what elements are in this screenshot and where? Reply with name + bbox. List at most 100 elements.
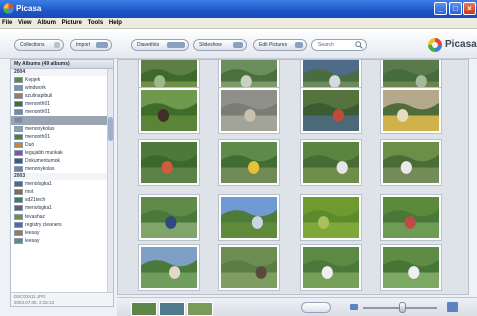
album-label: menonth01 <box>25 109 51 116</box>
year-header: 2003 <box>11 173 113 181</box>
album-thumbnail <box>14 157 23 164</box>
photo-thumbnail[interactable] <box>139 195 199 240</box>
album-thumbnail <box>14 197 23 204</box>
photo-thumbnail[interactable] <box>139 140 199 185</box>
search-icon <box>355 41 363 49</box>
menu-tools[interactable]: Tools <box>86 18 106 26</box>
album-item[interactable]: menolsgka1 <box>11 180 113 188</box>
photo-image <box>221 197 277 238</box>
pencil-icon <box>295 42 303 48</box>
album-thumbnail <box>14 117 23 124</box>
album-item[interactable]: menonth01 <box>11 100 113 108</box>
album-label: mot <box>25 189 34 196</box>
album-item[interactable]: szulinapibuli <box>11 92 113 100</box>
album-item[interactable]: leesay <box>11 229 113 237</box>
photo-image <box>221 90 277 131</box>
menu-album[interactable]: Album <box>35 18 58 26</box>
album-item[interactable]: sd21tech <box>11 196 113 204</box>
toolbar-button-2-label: Slideshow <box>199 42 222 48</box>
album-item[interactable]: menonykolas <box>11 125 113 133</box>
album-label: szulinapibuli <box>25 93 53 100</box>
menu-picture[interactable]: Picture <box>60 18 84 26</box>
maximize-button[interactable]: □ <box>449 2 462 15</box>
photo-image <box>383 247 439 288</box>
sidebar-scrollbar[interactable] <box>107 69 113 294</box>
album-item[interactable]: Kepjek <box>11 76 113 84</box>
tray-button[interactable] <box>301 302 331 313</box>
album-label: legujabb munkak <box>25 149 63 156</box>
photo-image <box>303 142 359 183</box>
photo-thumbnail[interactable] <box>219 88 279 133</box>
album-item[interactable]: menonth01 <box>11 133 113 141</box>
album-item[interactable]: registry cleaners <box>11 221 113 229</box>
album-thumbnail <box>14 125 23 132</box>
picasa-logo-text: Picasa <box>445 39 477 50</box>
photo-thumbnail[interactable] <box>219 195 279 240</box>
photo-thumbnail[interactable] <box>381 140 441 185</box>
photo-thumbnail[interactable] <box>301 140 361 185</box>
year-header: 2004 <box>11 69 113 76</box>
photo-thumbnail[interactable] <box>139 245 199 290</box>
album-label: tevashaz <box>25 213 46 220</box>
photo-thumbnail[interactable] <box>139 88 199 133</box>
zoom-slider-handle[interactable] <box>399 302 406 313</box>
tray-thumbnail[interactable] <box>131 302 157 316</box>
slideshow-button[interactable]: Diavetítés <box>131 39 189 51</box>
photo-image <box>141 247 197 288</box>
album-item[interactable]: windwork <box>11 84 113 92</box>
tray-thumbnail[interactable] <box>187 302 213 316</box>
import-button[interactable]: Import <box>70 39 112 51</box>
picasa-logo-icon <box>428 38 442 52</box>
album-item[interactable]: Duó <box>11 141 113 149</box>
photo-thumbnail[interactable] <box>381 88 441 133</box>
album-item[interactable]: leesay <box>11 237 113 245</box>
album-thumbnail <box>14 85 23 92</box>
tray-thumbnail[interactable] <box>159 302 185 316</box>
photo-thumbnail[interactable] <box>381 195 441 240</box>
album-thumbnail <box>14 93 23 100</box>
album-thumbnail <box>14 133 23 140</box>
album-label: leesay <box>25 229 40 236</box>
minimize-button[interactable]: _ <box>434 2 447 15</box>
edit-pictures-button[interactable]: Edit Pictures <box>253 39 307 51</box>
close-button[interactable]: × <box>463 2 476 15</box>
menu-view[interactable]: View <box>16 18 34 26</box>
slideshow-icon <box>167 42 185 48</box>
album-thumbnail <box>14 109 23 116</box>
scrollbar-thumb[interactable] <box>108 117 113 141</box>
album-label: menonykolas <box>25 166 55 173</box>
photo-thumbnail[interactable] <box>301 88 361 133</box>
album-item[interactable]: menolsgka1 <box>11 204 113 212</box>
album-label: registry cleaners <box>25 221 62 228</box>
photo-thumbnail[interactable] <box>219 245 279 290</box>
album-label: Kepjek <box>25 77 41 83</box>
album-item[interactable]: menonykolas <box>11 165 113 173</box>
menu-file[interactable]: File <box>0 18 14 26</box>
search-input[interactable]: Search <box>311 39 367 51</box>
album-label: menolsgka1 <box>25 181 52 188</box>
zoom-in-icon[interactable] <box>447 302 458 312</box>
photo-thumbnail[interactable] <box>301 245 361 290</box>
zoom-out-icon[interactable] <box>350 304 358 310</box>
album-label: Duó <box>25 141 35 148</box>
import-label: Import <box>76 42 91 48</box>
photo-grid <box>117 59 469 295</box>
chevron-down-icon <box>54 42 60 48</box>
photo-thumbnail[interactable] <box>219 140 279 185</box>
album-item[interactable]: tevashaz <box>11 213 113 221</box>
album-item[interactable]: legujabb munkak <box>11 149 113 157</box>
collections-button[interactable]: Collections <box>14 39 64 51</box>
album-item[interactable] <box>11 116 113 125</box>
album-list: 2004 Kepjek windwork szulinapibuli menonth01… <box>11 69 113 245</box>
toolbar-button-2[interactable]: Slideshow <box>193 39 247 51</box>
albums-header[interactable]: My Albums (49 albums) <box>11 60 113 69</box>
album-item[interactable]: Dokumentumok <box>11 157 113 165</box>
album-thumbnail <box>14 205 23 212</box>
menu-help[interactable]: Help <box>107 18 124 26</box>
album-item[interactable]: menonth01 <box>11 108 113 116</box>
photo-image <box>303 90 359 131</box>
selected-date: 2004.07.05. 2:15:13 <box>14 299 55 305</box>
photo-thumbnail[interactable] <box>381 245 441 290</box>
photo-thumbnail[interactable] <box>301 195 361 240</box>
album-item[interactable]: mot <box>11 188 113 196</box>
